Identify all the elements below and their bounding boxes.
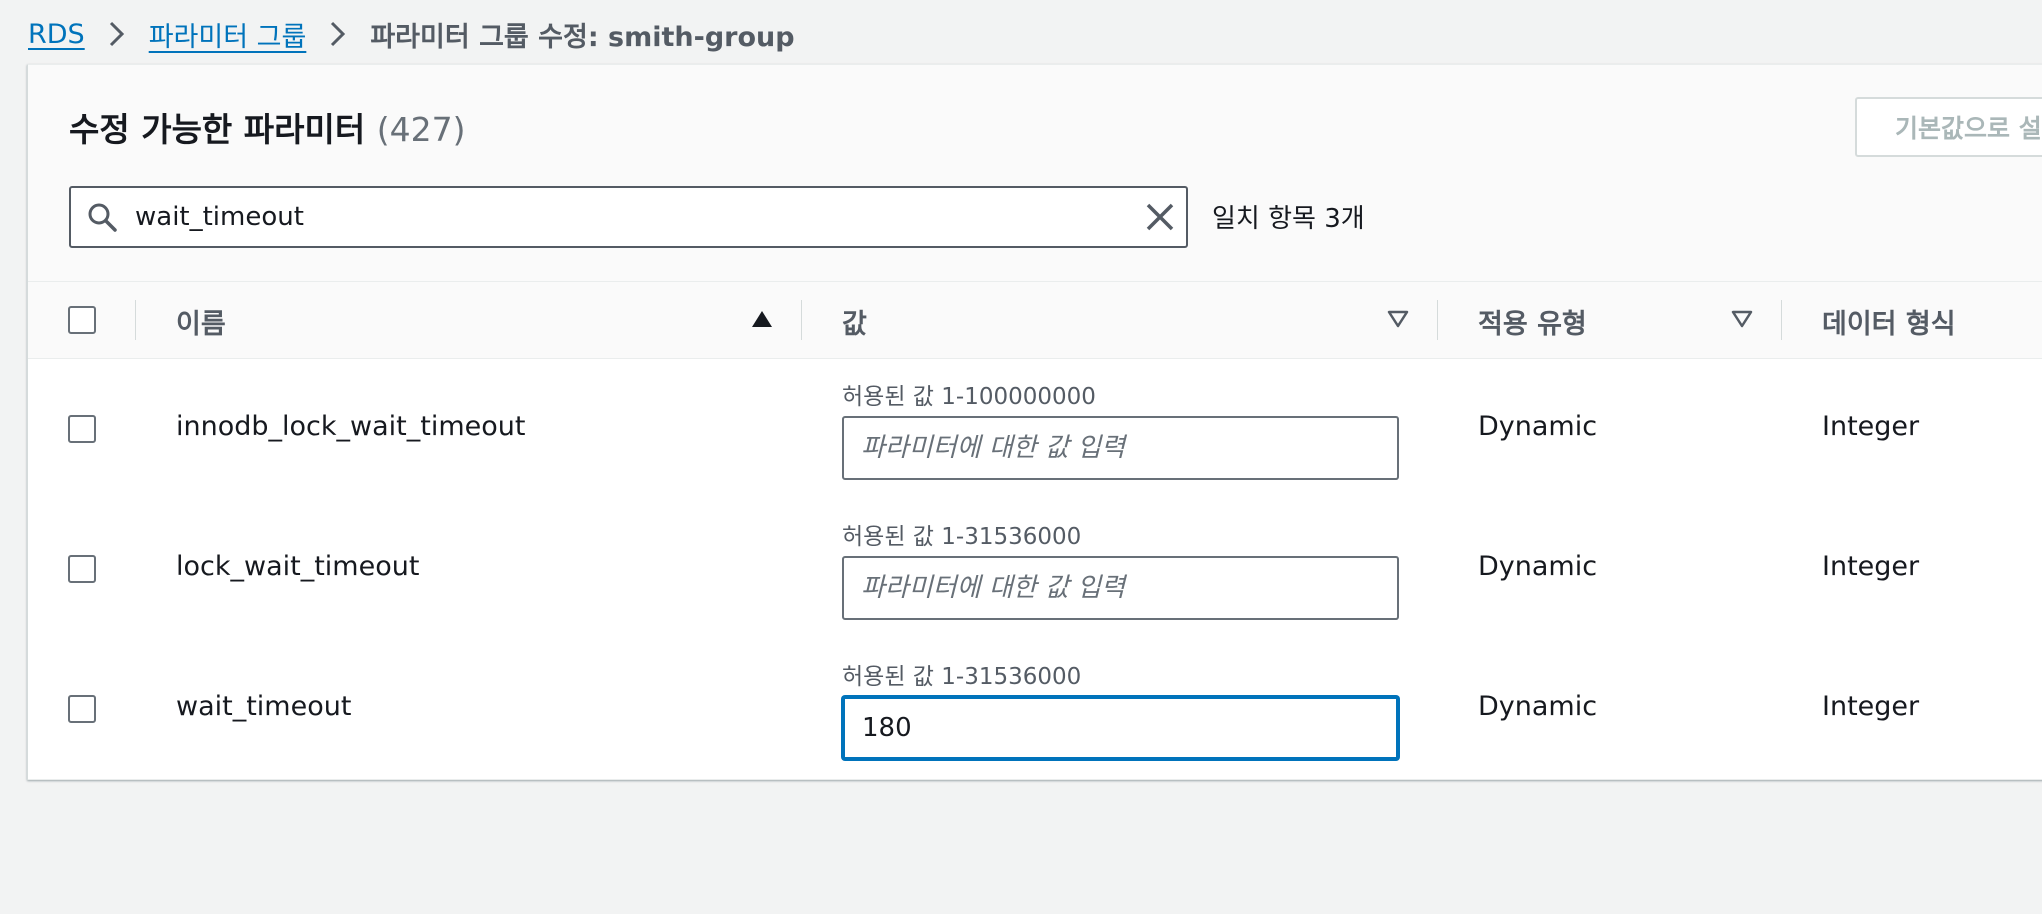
apply-type: Dynamic	[1478, 691, 1598, 722]
allowed-values: 허용된 값 1-31536000	[842, 664, 1082, 690]
apply-type: Dynamic	[1478, 411, 1598, 442]
data-type: Integer	[1822, 691, 1920, 722]
table-row: innodb_lock_wait_timeout 허용된 값 1-1000000…	[28, 359, 2042, 500]
chevron-right-icon	[306, 20, 370, 48]
column-header-data-type[interactable]: 데이터 형식	[1822, 302, 1956, 341]
parameter-name: innodb_lock_wait_timeout	[176, 411, 526, 442]
parameter-name: lock_wait_timeout	[176, 551, 420, 582]
chevron-right-icon	[85, 20, 149, 48]
parameters-panel: 수정 가능한 파라미터 (427) 기본값으로 설정 일치 항목 3개 이름 값	[27, 64, 2042, 780]
parameter-count: (427)	[376, 110, 466, 149]
column-header-apply-type[interactable]: 적용 유형	[1478, 302, 1587, 341]
match-count: 일치 항목 3개	[1212, 204, 1365, 234]
data-type: Integer	[1822, 411, 1920, 442]
panel-title: 수정 가능한 파라미터 (427)	[69, 103, 465, 151]
parameter-value-input[interactable]	[842, 556, 1399, 620]
close-icon[interactable]	[1145, 202, 1175, 232]
panel-title-text: 수정 가능한 파라미터	[69, 110, 366, 149]
breadcrumb-current: 파라미터 그룹 수정: smith-group	[370, 21, 795, 53]
select-all-checkbox[interactable]	[68, 306, 96, 334]
parameter-value-input[interactable]	[842, 416, 1399, 480]
search-field[interactable]	[69, 186, 1188, 248]
search-input[interactable]	[135, 196, 1095, 238]
parameter-name: wait_timeout	[176, 691, 352, 722]
row-checkbox[interactable]	[68, 555, 96, 583]
row-checkbox[interactable]	[68, 695, 96, 723]
column-header-value[interactable]: 값	[842, 302, 867, 341]
row-checkbox[interactable]	[68, 415, 96, 443]
table-row: wait_timeout 허용된 값 1-31536000 Dynamic In…	[28, 639, 2042, 780]
parameter-value-input[interactable]	[842, 696, 1399, 760]
reset-to-default-button[interactable]: 기본값으로 설정	[1855, 97, 2042, 157]
search-icon	[87, 202, 117, 232]
breadcrumb: RDS 파라미터 그룹 파라미터 그룹 수정: smith-group	[28, 14, 795, 54]
caret-down-outline-icon[interactable]	[1731, 309, 1753, 329]
apply-type: Dynamic	[1478, 551, 1598, 582]
column-divider	[801, 300, 802, 340]
panel-header: 수정 가능한 파라미터 (427) 기본값으로 설정 일치 항목 3개	[28, 65, 2042, 282]
caret-up-filled-icon[interactable]	[751, 309, 773, 329]
column-header-name[interactable]: 이름	[176, 302, 226, 341]
column-divider	[1437, 300, 1438, 340]
column-divider	[135, 300, 136, 340]
breadcrumb-link-rds[interactable]: RDS	[28, 19, 85, 50]
table-row: lock_wait_timeout 허용된 값 1-31536000 Dynam…	[28, 499, 2042, 640]
column-divider	[1781, 300, 1782, 340]
allowed-values: 허용된 값 1-31536000	[842, 524, 1082, 550]
table-header: 이름 값 적용 유형 데이터 형식	[28, 282, 2042, 359]
allowed-values: 허용된 값 1-100000000	[842, 384, 1096, 410]
caret-down-outline-icon[interactable]	[1387, 309, 1409, 329]
breadcrumb-link-parameter-groups[interactable]: 파라미터 그룹	[149, 15, 307, 54]
data-type: Integer	[1822, 551, 1920, 582]
